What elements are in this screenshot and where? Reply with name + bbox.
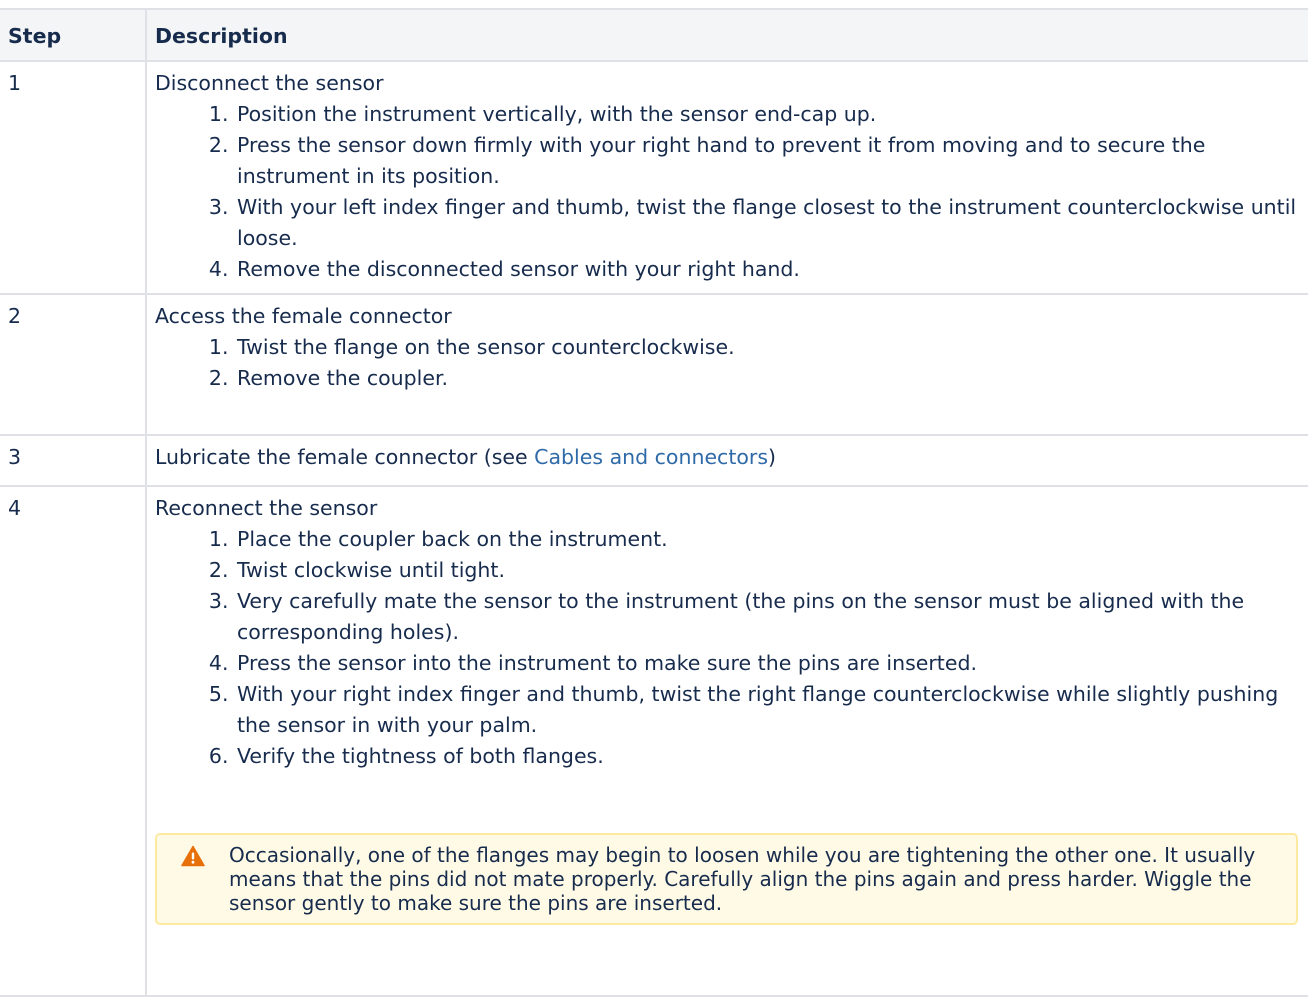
step-number: 4 xyxy=(0,485,147,997)
step-title: Disconnect the sensor xyxy=(155,71,384,95)
list-item: With your right index finger and thumb, … xyxy=(235,679,1300,741)
step-description: Reconnect the sensor Place the coupler b… xyxy=(145,485,1308,997)
table-row: 2 Access the female connector Twist the … xyxy=(0,293,1308,436)
page: Step Description 1 Disconnect the sensor… xyxy=(0,0,1308,999)
table-row: 3 Lubricate the female connector (see Ca… xyxy=(0,434,1308,487)
list-item: Twist the flange on the sensor countercl… xyxy=(235,332,1300,363)
step-description: Lubricate the female connector (see Cabl… xyxy=(145,434,1308,487)
list-item: Position the instrument vertically, with… xyxy=(235,99,1300,130)
list-item: Verify the tightness of both flanges. xyxy=(235,741,1300,772)
step-title-suffix: ) xyxy=(768,445,777,469)
sub-steps-list: Twist the flange on the sensor countercl… xyxy=(155,332,1300,394)
steps-table: Step Description 1 Disconnect the sensor… xyxy=(0,8,1308,997)
table-header-row: Step Description xyxy=(0,8,1308,62)
list-item: With your left index finger and thumb, t… xyxy=(235,192,1300,254)
cables-and-connectors-link[interactable]: Cables and connectors xyxy=(534,445,768,469)
step-number: 2 xyxy=(0,293,147,436)
table-row: 4 Reconnect the sensor Place the coupler… xyxy=(0,485,1308,997)
list-item: Place the coupler back on the instrument… xyxy=(235,524,1300,555)
step-number: 1 xyxy=(0,60,147,295)
column-header-step: Step xyxy=(0,8,147,62)
list-item: Press the sensor down firmly with your r… xyxy=(235,130,1300,192)
list-item: Remove the disconnected sensor with your… xyxy=(235,254,1300,285)
list-item: Press the sensor into the instrument to … xyxy=(235,648,1300,679)
list-item: Very carefully mate the sensor to the in… xyxy=(235,586,1300,648)
step-title: Reconnect the sensor xyxy=(155,496,378,520)
column-header-description: Description xyxy=(145,8,1308,62)
warning-text: Occasionally, one of the flanges may beg… xyxy=(229,843,1256,915)
table-row: 1 Disconnect the sensor Position the ins… xyxy=(0,60,1308,295)
sub-steps-list: Place the coupler back on the instrument… xyxy=(155,524,1300,772)
sub-steps-list: Position the instrument vertically, with… xyxy=(155,99,1300,285)
step-number: 3 xyxy=(0,434,147,487)
warning-panel: Occasionally, one of the flanges may beg… xyxy=(155,833,1298,925)
step-title: Access the female connector xyxy=(155,304,452,328)
step-title-prefix: Lubricate the female connector (see xyxy=(155,445,535,469)
step-description: Access the female connector Twist the fl… xyxy=(145,293,1308,436)
list-item: Twist clockwise until tight. xyxy=(235,555,1300,586)
list-item: Remove the coupler. xyxy=(235,363,1300,394)
step-description: Disconnect the sensor Position the instr… xyxy=(145,60,1308,295)
warning-icon xyxy=(181,845,205,867)
